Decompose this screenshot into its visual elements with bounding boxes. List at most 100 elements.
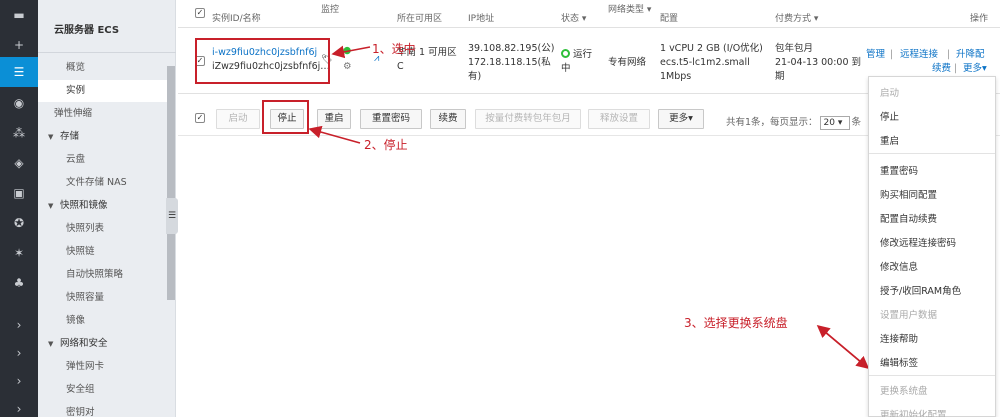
menu-scrollbar[interactable]	[167, 66, 175, 300]
menu-item-autoscaling[interactable]: 弹性伸缩	[38, 103, 168, 125]
convert-billing-button[interactable]: 按量付费转包年包月	[475, 109, 581, 129]
menu-item-nas[interactable]: 文件存储 NAS	[38, 172, 168, 194]
user-group-icon[interactable]: ♣	[0, 268, 38, 298]
op-separator: |	[954, 63, 958, 74]
col-header-network[interactable]: 网络类型 ▾	[608, 2, 651, 15]
menu-group-network[interactable]: ▼ 网络和安全	[38, 333, 168, 355]
menu-item-keypair[interactable]: 密钥对	[38, 402, 168, 417]
plus-icon[interactable]: +	[0, 30, 38, 60]
network-icon[interactable]: ✶	[0, 238, 38, 268]
table-header: ✓ 实例ID/名称 监控 所在可用区 IP地址 状态 ▾ 网络类型 ▾ 配置 付…	[178, 0, 1000, 28]
collapse-icon[interactable]: ▬	[0, 0, 38, 30]
dropdown-item-connect-help[interactable]: 连接帮助	[880, 331, 918, 345]
private-ip-suffix: 有)	[468, 71, 482, 82]
dropdown-item-modify-remote-password[interactable]: 修改远程连接密码	[880, 235, 956, 249]
reset-password-button[interactable]: 重置密码	[360, 109, 422, 129]
dropdown-item-edit-tags[interactable]: 编辑标签	[880, 355, 918, 369]
annotation-box-select	[195, 38, 330, 84]
public-ip: 39.108.82.195(公)	[468, 43, 555, 54]
menu-group-snapshots[interactable]: ▼ 快照和镜像	[38, 195, 168, 217]
upgrade-link[interactable]: 升降配	[956, 48, 985, 61]
menu-item-snapshot-chain[interactable]: 快照链	[38, 241, 168, 263]
col-header-ops: 操作	[970, 14, 989, 24]
expand-arrow-icon[interactable]: ›	[0, 394, 38, 417]
private-ip: 172.18.118.15(私	[468, 57, 551, 68]
pager-prefix: 共有1条，每页显示：	[726, 117, 818, 128]
col-header-billing[interactable]: 付费方式 ▾	[775, 11, 818, 24]
menu-item-auto-snapshot[interactable]: 自动快照策略	[38, 264, 168, 286]
dropdown-item-change-system-disk[interactable]: 更换系统盘	[880, 383, 928, 397]
shield-icon[interactable]: ✪	[0, 208, 38, 238]
more-button[interactable]: 更多▾	[658, 109, 704, 129]
dropdown-item-modify-info[interactable]: 修改信息	[880, 259, 918, 273]
pagination: 共有1条，每页显示： 20 ▾ 条	[726, 114, 861, 130]
toolbar-select-checkbox[interactable]: ✓	[195, 113, 205, 123]
menu-item-snapshot-list[interactable]: 快照列表	[38, 218, 168, 240]
secondary-menu: 云服务器 ECS 概览 实例 弹性伸缩 ▼ 存储 云盘 文件存储 NAS ▼ 快照和…	[38, 0, 176, 417]
more-actions-link[interactable]: 更多▾	[963, 62, 987, 75]
col-header-ip: IP地址	[468, 14, 495, 24]
menu-group-label: 存储	[60, 131, 80, 142]
status-text: 运行	[573, 49, 593, 60]
annotation-step2: 2、停止	[364, 138, 408, 152]
release-settings-button[interactable]: 释放设置	[588, 109, 650, 129]
dropdown-divider	[869, 153, 995, 154]
config-instance-type: ecs.t5-lc1m2.small	[660, 57, 750, 68]
menu-divider	[38, 52, 176, 53]
dropdown-item-buy-same[interactable]: 购买相同配置	[880, 187, 937, 201]
remote-connect-link[interactable]: 远程连接	[900, 48, 938, 61]
col-header-status[interactable]: 状态 ▾	[561, 11, 586, 24]
storage-icon[interactable]: ◈	[0, 148, 38, 178]
more-actions-dropdown: 启动 停止 重启 重置密码 购买相同配置 配置自动续费 修改远程连接密码 修改信…	[868, 76, 996, 417]
expand-arrow-icon[interactable]: ›	[0, 310, 38, 340]
dropdown-item-ram-role[interactable]: 授予/收回RAM角色	[880, 283, 961, 297]
select-all-checkbox[interactable]: ✓	[195, 8, 205, 18]
op-separator: |	[890, 49, 894, 60]
status-refresh-icon: ●	[343, 45, 352, 56]
op-separator: |	[947, 49, 951, 60]
renew-link[interactable]: 续费	[932, 62, 951, 75]
pager-suffix: 条	[851, 117, 862, 128]
annotation-step1: 1、选中	[372, 42, 416, 56]
sidebar-collapse-handle[interactable]: ☰	[166, 198, 178, 234]
expiry-suffix: 期	[775, 71, 785, 82]
renew-button[interactable]: 续费	[430, 109, 466, 129]
icon-rail: ▬ + ☰ ◉ ⁂ ◈ ▣ ✪ ✶ ♣ › › › ›	[0, 0, 38, 417]
menu-item-eni[interactable]: 弹性网卡	[38, 356, 168, 378]
expand-arrow-icon[interactable]: ›	[0, 366, 38, 396]
cluster-icon[interactable]: ⁂	[0, 118, 38, 148]
menu-group-storage[interactable]: ▼ 存储	[38, 126, 168, 148]
billing-method: 包年包月	[775, 43, 814, 54]
dropdown-divider	[869, 375, 995, 376]
restart-button[interactable]: 重启	[317, 109, 351, 129]
grip-icon: ☰	[167, 211, 177, 221]
dropdown-item-start[interactable]: 启动	[880, 85, 899, 99]
col-header-config: 配置	[660, 14, 679, 24]
status-text-suffix: 中	[561, 63, 571, 74]
menu-item-instances[interactable]: 实例	[38, 80, 168, 102]
triangle-down-icon: ▼	[48, 340, 54, 348]
dropdown-item-user-data[interactable]: 设置用户数据	[880, 307, 937, 321]
menu-item-disks[interactable]: 云盘	[38, 149, 168, 171]
dropdown-item-restart[interactable]: 重启	[880, 133, 899, 147]
menu-item-images[interactable]: 镜像	[38, 310, 168, 332]
page-size-select[interactable]: 20 ▾	[819, 116, 850, 130]
globe-icon[interactable]: ◉	[0, 88, 38, 118]
expand-arrow-icon[interactable]: ›	[0, 338, 38, 368]
dropdown-item-stop[interactable]: 停止	[880, 109, 899, 123]
status-running: 运行	[561, 48, 592, 61]
dropdown-item-auto-renew[interactable]: 配置自动续费	[880, 211, 937, 225]
manage-link[interactable]: 管理	[866, 48, 885, 61]
dropdown-item-update-init-config[interactable]: 更新初始化配置	[880, 407, 947, 417]
menu-item-snapshot-capacity[interactable]: 快照容量	[38, 287, 168, 309]
annotation-box-stop	[262, 100, 309, 134]
triangle-down-icon: ▼	[48, 133, 54, 141]
annotation-step3: 3、选择更换系统盘	[684, 316, 788, 330]
menu-list-icon[interactable]: ☰	[0, 57, 38, 87]
dropdown-item-reset-password[interactable]: 重置密码	[880, 163, 918, 177]
menu-item-security-group[interactable]: 安全组	[38, 379, 168, 401]
menu-item-overview[interactable]: 概览	[38, 57, 168, 79]
chip-icon[interactable]: ▣	[0, 178, 38, 208]
col-header-id: 实例ID/名称	[212, 14, 261, 24]
start-button[interactable]: 启动	[216, 109, 260, 129]
